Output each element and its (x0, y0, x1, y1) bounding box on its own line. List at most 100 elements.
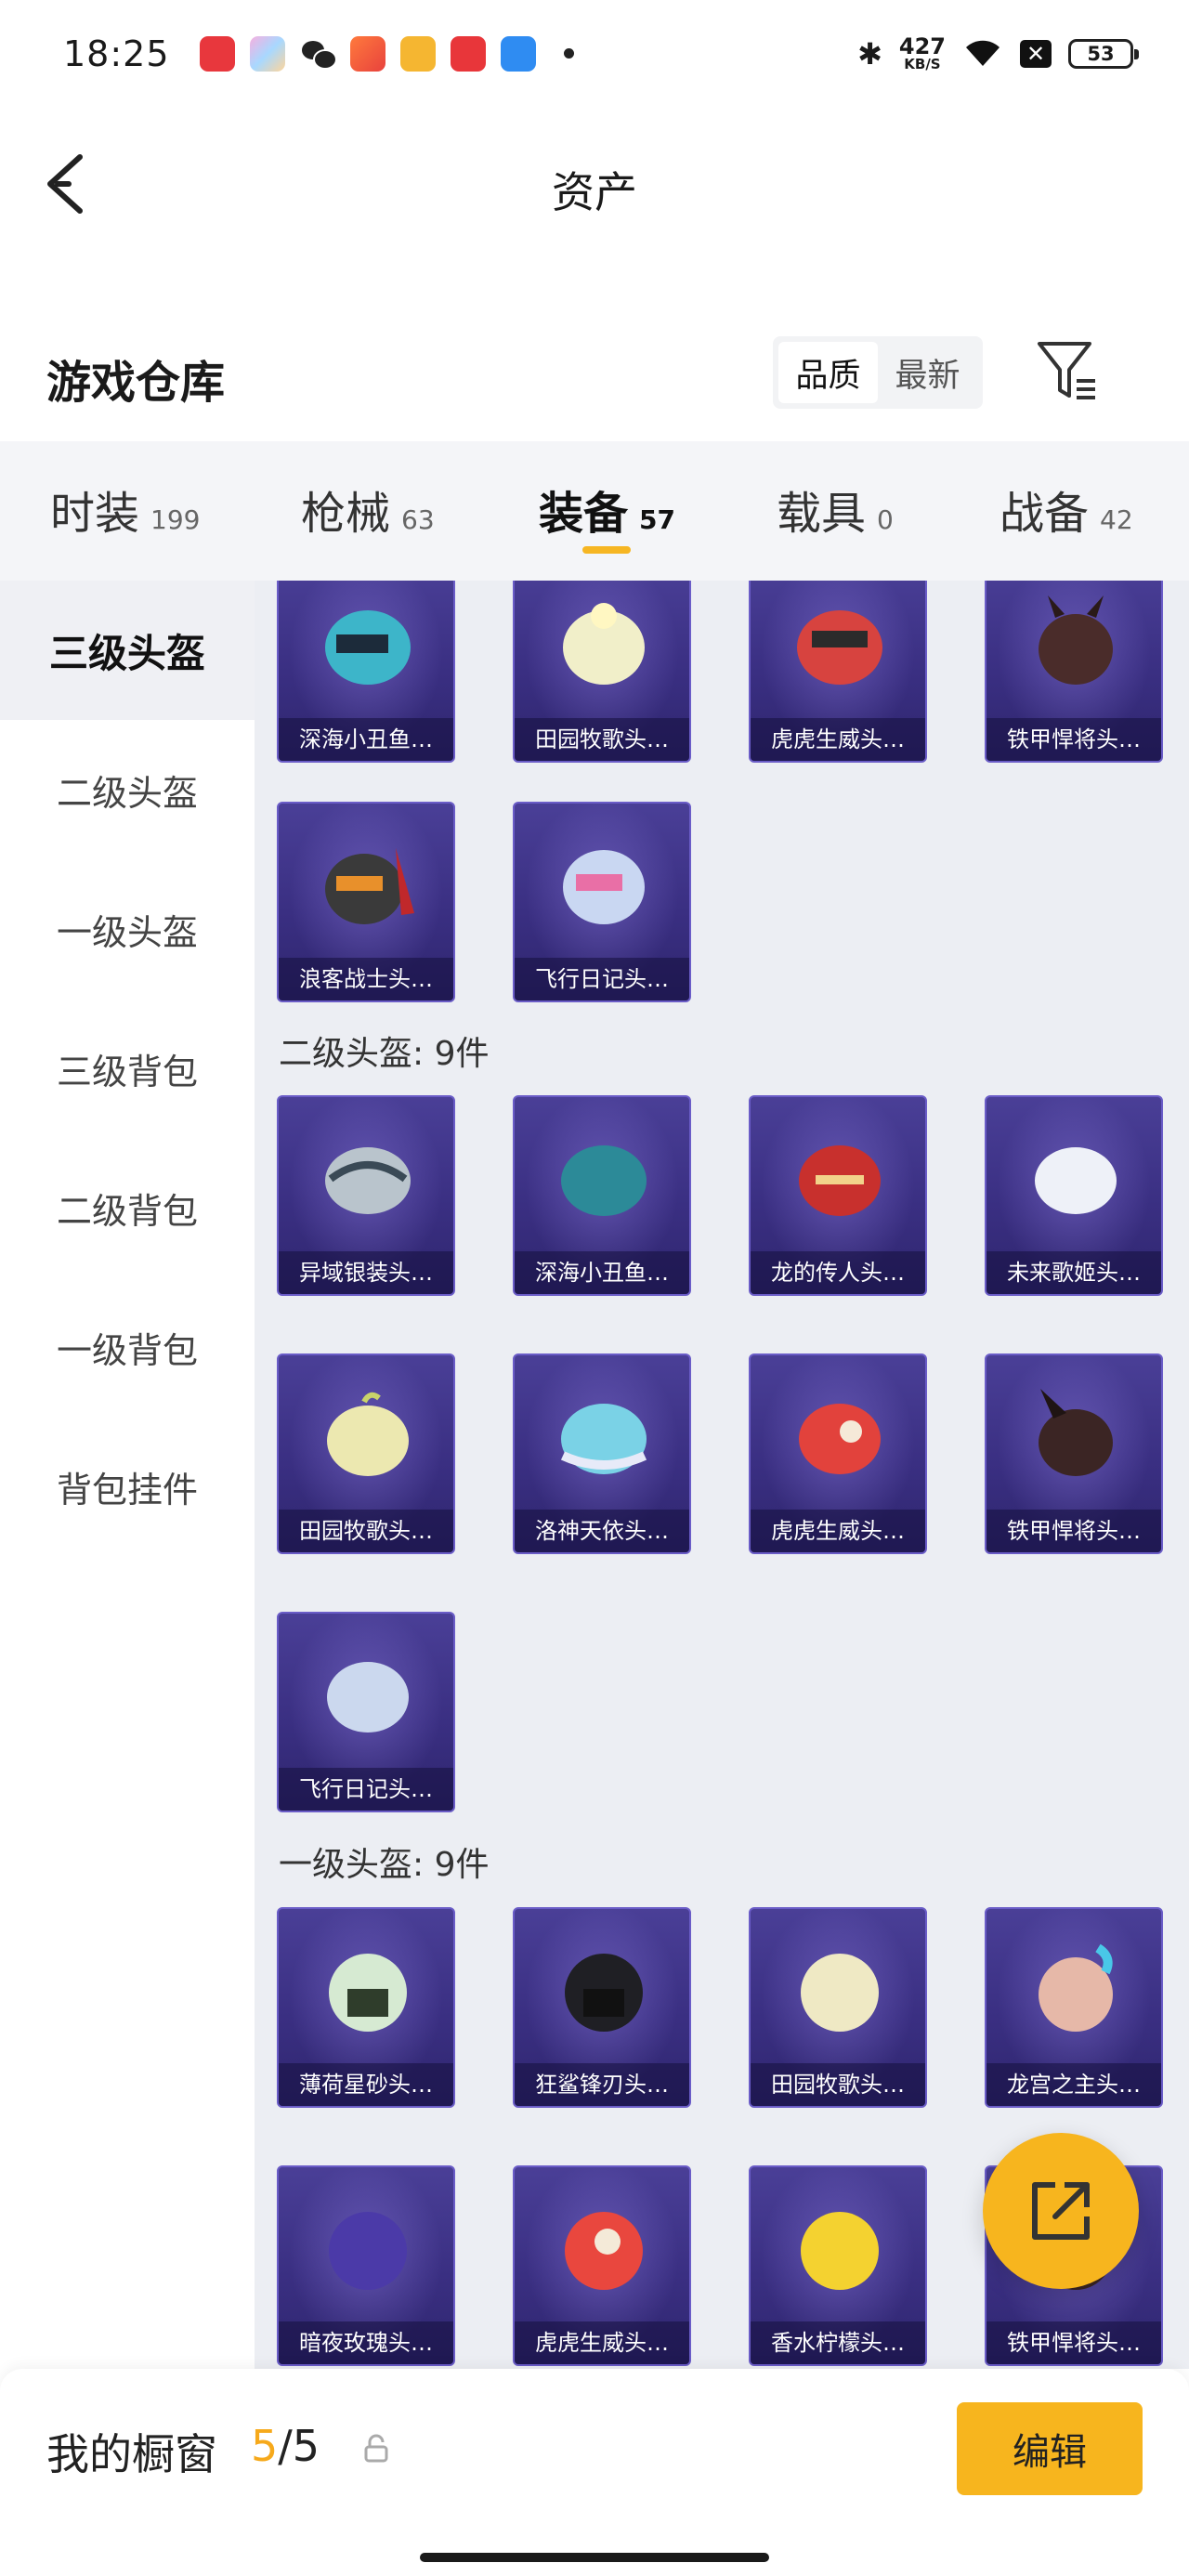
item-name: 洛神天依头… (515, 1510, 689, 1552)
showcase-count-separator: / (278, 2421, 293, 2471)
item-name: 龙宫之主头… (986, 2063, 1161, 2106)
sort-quality-option[interactable]: 品质 (778, 342, 878, 403)
notification-icons (199, 35, 574, 72)
section-title-level2: 二级头盔: 9件 (279, 1035, 490, 1073)
item-name: 铁甲悍将头… (986, 2321, 1161, 2364)
bluetooth-icon: ✱ (857, 35, 882, 72)
helmet-icon (325, 1147, 411, 1214)
item-card[interactable]: 洛神天依头… (513, 1353, 691, 1554)
item-card[interactable]: 田园牧歌头… (513, 581, 691, 763)
edit-button[interactable]: 编辑 (957, 2402, 1143, 2495)
helmet-icon (325, 848, 414, 924)
status-right: ✱ 427 KB/S ✕ 53 (857, 33, 1139, 72)
tab-vehicles[interactable]: 载具 0 (777, 477, 894, 551)
item-name: 异域银装头… (279, 1251, 453, 1294)
item-card[interactable]: 龙的传人头… (749, 1095, 927, 1296)
item-name: 狂鲨锋刃头… (515, 2063, 689, 2106)
item-card[interactable]: 虎虎生威头… (749, 581, 927, 763)
item-card[interactable]: 虎虎生威头… (749, 1353, 927, 1554)
item-name: 浪客战士头… (279, 958, 453, 1000)
item-card[interactable]: 田园牧歌头… (277, 1353, 455, 1554)
tab-count: 57 (639, 504, 675, 535)
calendar-app-icon (500, 35, 536, 72)
helmet-icon (329, 1954, 407, 2032)
item-card[interactable]: 异域银装头… (277, 1095, 455, 1296)
no-sim-icon: ✕ (1020, 39, 1052, 68)
sidebar-item-level1-backpack[interactable]: 一级背包 (0, 1277, 255, 1417)
item-name: 深海小丑鱼… (515, 1251, 689, 1294)
tab-supplies[interactable]: 战备 42 (1000, 477, 1133, 551)
sidebar-item-level3-backpack[interactable]: 三级背包 (0, 999, 255, 1138)
tab-label: 枪械 (301, 488, 391, 540)
sidebar-item-level1-helmet[interactable]: 一级头盔 (0, 859, 255, 999)
item-card[interactable]: 铁甲悍将头… (985, 581, 1163, 763)
home-indicator[interactable] (420, 2553, 769, 2562)
tab-equipment[interactable]: 装备 57 (539, 477, 675, 551)
item-card[interactable]: 香水柠檬头… (749, 2165, 927, 2366)
item-card[interactable]: 狂鲨锋刃头… (513, 1907, 691, 2108)
item-card[interactable]: 深海小丑鱼… (277, 581, 455, 763)
helmet-icon (327, 1392, 409, 1476)
helmet-icon (565, 2212, 643, 2290)
item-card[interactable]: 薄荷星砂头… (277, 1907, 455, 2108)
sidebar-item-level3-helmet[interactable]: 三级头盔 (0, 581, 255, 720)
tab-count: 199 (150, 504, 201, 535)
item-card[interactable]: 浪客战士头… (277, 802, 455, 1002)
helmet-icon (799, 1404, 881, 1474)
share-button[interactable] (983, 2133, 1139, 2289)
wifi-icon (962, 38, 1003, 70)
helmet-icon (799, 1145, 881, 1216)
item-card[interactable]: 深海小丑鱼… (513, 1095, 691, 1296)
helmet-icon (801, 1954, 879, 2032)
item-name: 虎虎生威头… (515, 2321, 689, 2364)
item-card[interactable]: 虎虎生威头… (513, 2165, 691, 2366)
sort-newest-option[interactable]: 最新 (878, 342, 977, 403)
helmet-icon (1039, 595, 1113, 685)
taobao-icon (450, 35, 486, 72)
helmet-icon (565, 1954, 643, 2032)
tab-count: 0 (877, 504, 894, 535)
tab-count: 42 (1100, 504, 1133, 535)
status-bar: 18:25 ✱ 427 KB/S ✕ 53 (0, 0, 1189, 107)
tab-label: 载具 (777, 488, 867, 540)
item-name: 田园牧歌头… (751, 2063, 925, 2106)
more-notifications-dot (563, 48, 574, 59)
item-card[interactable]: 龙宫之主头… (985, 1907, 1163, 2108)
helmet-icon (1039, 1389, 1113, 1476)
top-bar: 资产 (0, 107, 1189, 265)
network-speed-unit: KB/S (904, 56, 941, 72)
item-name: 虎虎生威头… (751, 718, 925, 761)
helmet-icon (563, 850, 645, 924)
showcase-count-used: 5 (251, 2421, 279, 2471)
item-card[interactable]: 铁甲悍将头… (985, 1353, 1163, 1554)
sort-toggle: 品质 最新 (773, 336, 983, 409)
item-name: 田园牧歌头… (515, 718, 689, 761)
helmet-icon (560, 1404, 647, 1474)
item-name: 龙的传人头… (751, 1251, 925, 1294)
status-time: 18:25 (63, 33, 170, 74)
tab-label: 时装 (50, 488, 140, 540)
showcase-count: 5/5 (251, 2421, 320, 2471)
sidebar-item-level2-helmet[interactable]: 二级头盔 (0, 720, 255, 859)
tab-fashion[interactable]: 时装 199 (50, 477, 200, 551)
item-card[interactable]: 暗夜玫瑰头… (277, 2165, 455, 2366)
sidebar-item-level2-backpack[interactable]: 二级背包 (0, 1138, 255, 1277)
item-card[interactable]: 飞行日记头… (277, 1612, 455, 1812)
item-name: 铁甲悍将头… (986, 718, 1161, 761)
share-icon (1032, 2182, 1090, 2240)
music-app-icon (199, 35, 235, 72)
network-speed-value: 427 (898, 33, 946, 59)
item-name: 未来歌姬头… (986, 1251, 1161, 1294)
item-name: 飞行日记头… (279, 1768, 453, 1811)
helmet-icon (325, 610, 411, 685)
item-card[interactable]: 田园牧歌头… (749, 1907, 927, 2108)
sidebar-item-backpack-charm[interactable]: 背包挂件 (0, 1417, 255, 1556)
battery-icon: 53 (1068, 38, 1139, 69)
item-name: 铁甲悍将头… (986, 1510, 1161, 1552)
item-card[interactable]: 飞行日记头… (513, 802, 691, 1002)
tab-firearms[interactable]: 枪械 63 (301, 477, 435, 551)
helmet-icon (801, 2212, 879, 2290)
category-tabs: 时装 199 枪械 63 装备 57 载具 0 战备 42 (0, 441, 1189, 581)
filter-button[interactable] (1036, 338, 1099, 405)
item-card[interactable]: 未来歌姬头… (985, 1095, 1163, 1296)
